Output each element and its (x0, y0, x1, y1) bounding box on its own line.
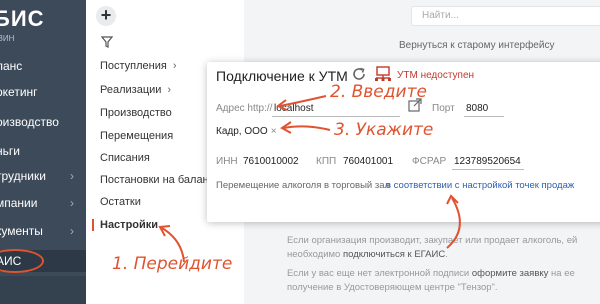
alcohol-transfer-label: Перемещение алкоголя в торговый зал (216, 180, 391, 191)
sidebar-item-marketing[interactable]: ркетинг (0, 81, 86, 103)
menu-item-transfers[interactable]: Перемещения (100, 130, 173, 142)
network-icon (375, 66, 391, 81)
sidebar-item-companies[interactable]: мпании › (0, 192, 86, 214)
chevron-right-icon: › (172, 60, 177, 72)
info-text: необходимо (287, 249, 341, 260)
sidebar-item-label: ланс (0, 59, 23, 73)
annotation-step-2: 2. Введите (330, 82, 427, 102)
sidebar-item-employees[interactable]: трудники › (0, 165, 86, 187)
sidebar-item-label: трудники (0, 169, 46, 183)
menu-item-receipts[interactable]: Поступления › (100, 60, 177, 72)
address-underline (272, 116, 400, 117)
sidebar-item-label: кументы (0, 224, 43, 238)
inn-value: 7610010002 (243, 156, 299, 167)
address-input[interactable]: localhost (274, 103, 313, 114)
chevron-right-icon: › (70, 196, 74, 210)
menu-item-label: Поступления (100, 60, 167, 72)
menu-item-stock[interactable]: Остатки (100, 196, 141, 208)
fsrar-label: ФСРАР (412, 156, 447, 167)
card-title: Подключение к УТМ (216, 68, 348, 84)
chevron-right-icon: › (167, 84, 172, 96)
sidebar-item-label: оизводство (0, 115, 59, 129)
organization-chip[interactable]: Кадр, ООО × (216, 126, 277, 137)
fsrar-underline (452, 169, 524, 170)
menu-item-writeoffs[interactable]: Списания (100, 152, 150, 164)
sidebar-footer (0, 276, 86, 304)
utm-status-text: УТМ недоступен (397, 70, 475, 81)
port-underline (464, 116, 504, 117)
active-indicator (92, 219, 94, 231)
app-logo-subtitle: ЗИН (0, 34, 15, 43)
menu-item-sales[interactable]: Реализации › (100, 84, 171, 96)
info-text: на ее (551, 268, 575, 279)
refresh-icon[interactable] (351, 66, 367, 82)
connect-egais-link[interactable]: подключиться к ЕГАИС (343, 249, 445, 260)
inn-label: ИНН (216, 156, 238, 167)
annotation-step-1: 1. Перейдите (112, 254, 233, 274)
back-to-old-interface-link[interactable]: Вернуться к старому интерфейсу (399, 40, 554, 51)
info-text-line: получение в Удостоверяющем центре "Тензо… (287, 282, 498, 293)
annotation-step-3: 3. Укажите (334, 120, 434, 140)
info-text: Если у вас еще нет электронной подписи (287, 268, 470, 279)
sidebar-item-label: ньги (0, 144, 20, 158)
sidebar-item-balance[interactable]: ланс (0, 55, 86, 77)
sales-points-settings-link[interactable]: в соответствии с настройкой точек продаж (386, 180, 574, 191)
info-text-line: необходимо подключиться к ЕГАИС. (287, 249, 448, 260)
app-logo: БИС (0, 6, 45, 31)
search-input[interactable]: Найти... (411, 6, 600, 26)
kpp-value: 760401001 (343, 156, 394, 167)
menu-item-settings[interactable]: Настройки (100, 219, 158, 231)
add-button[interactable]: + (96, 6, 116, 26)
menu-item-label: Реализации (100, 84, 162, 96)
filter-icon[interactable] (101, 36, 113, 48)
sidebar-item-label: мпании (0, 196, 38, 210)
apply-signature-link[interactable]: оформите заявку (472, 268, 549, 279)
info-text-line: Если у вас еще нет электронной подписи о… (287, 268, 575, 279)
menu-item-balance-entries[interactable]: Постановки на баланс (100, 174, 214, 186)
sidebar-item-documents[interactable]: кументы › (0, 220, 86, 242)
chevron-right-icon: › (70, 224, 74, 238)
sidebar-item-production[interactable]: оизводство (0, 111, 86, 133)
info-text-line: Если организация производит, закупает ил… (287, 235, 578, 246)
sidebar-item-label: ркетинг (0, 85, 38, 99)
chevron-right-icon: › (70, 169, 74, 183)
menu-item-production[interactable]: Производство (100, 107, 172, 119)
organization-name: Кадр, ООО (216, 126, 268, 137)
info-text: . (445, 249, 448, 260)
kpp-label: КПП (316, 156, 337, 167)
fsrar-input[interactable]: 123789520654 (454, 156, 521, 167)
remove-icon[interactable]: × (271, 126, 277, 137)
port-label: Порт (432, 103, 455, 114)
address-label: Адрес http:// (216, 103, 273, 114)
port-input[interactable]: 8080 (466, 103, 488, 114)
sidebar-item-money[interactable]: ньги (0, 140, 86, 162)
